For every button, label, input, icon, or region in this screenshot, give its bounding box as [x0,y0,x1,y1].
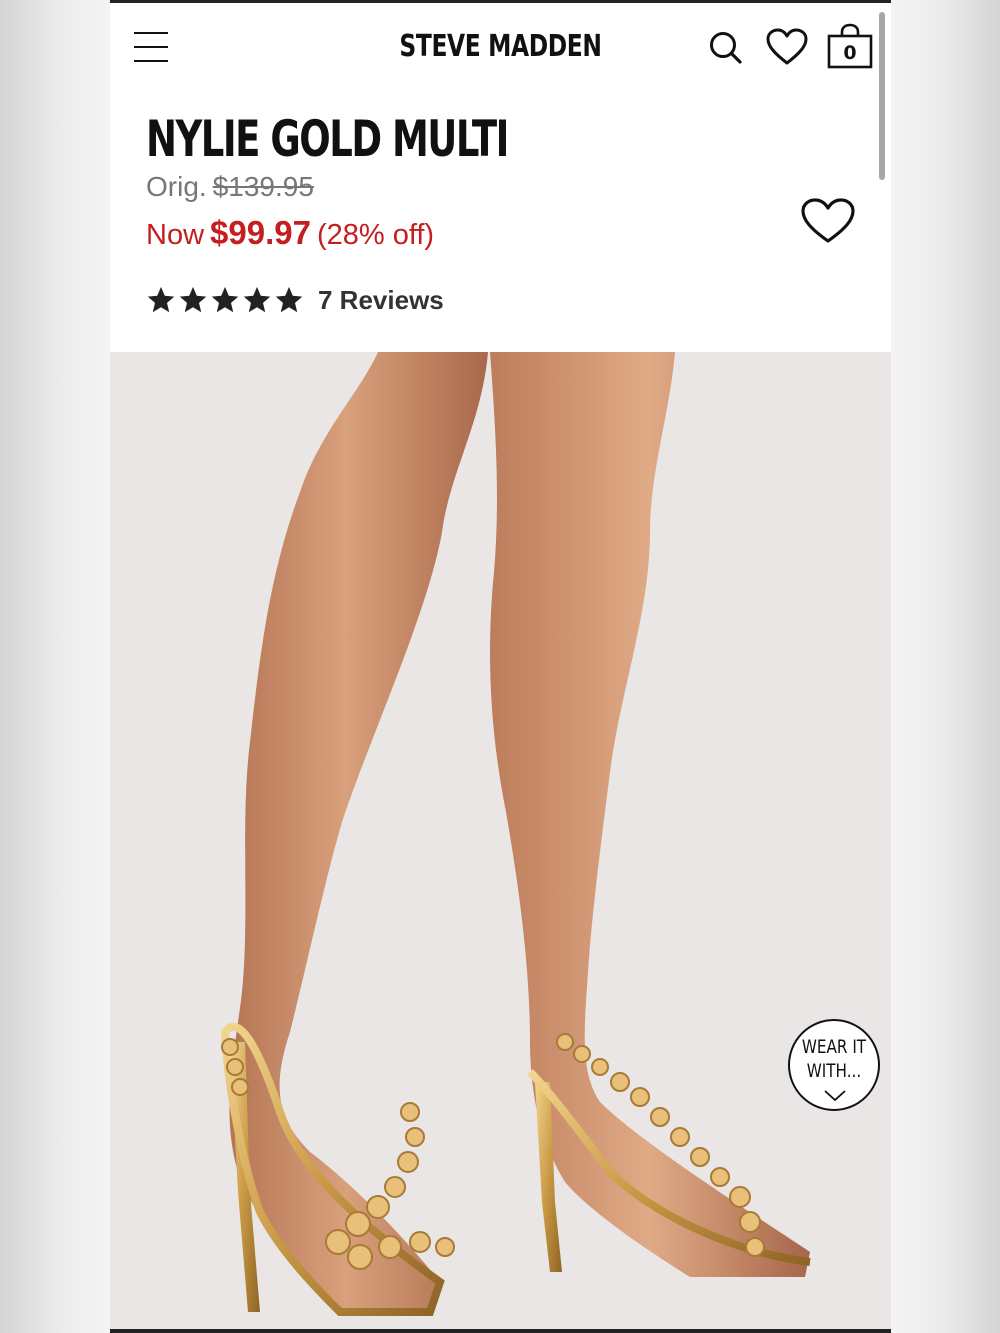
star-icon [179,286,207,313]
sale-price-row: Now $99.97 (28% off) [146,214,434,252]
save-heart-icon[interactable] [800,197,856,245]
orig-label: Orig. [146,171,207,202]
star-icon [211,286,239,313]
product-title: NYLIE GOLD MULTI [146,110,509,168]
site-header: STEVE MADDEN 0 [110,3,891,91]
phone-screen: STEVE MADDEN 0 NYLIE GOLD MULTI Orig. $13… [110,0,891,1333]
search-icon[interactable] [708,30,744,66]
shopping-bag-icon[interactable]: 0 [826,23,874,69]
star-icon [243,286,271,313]
sale-price: $99.97 [210,214,311,251]
wear-it-with-button[interactable]: WEAR IT WITH... [788,1019,880,1111]
star-icon [275,286,303,313]
chevron-down-icon [824,1090,846,1102]
rating-row: 7 Reviews [146,282,444,318]
star-icon [147,286,175,313]
hamburger-menu-icon[interactable] [134,30,168,64]
original-price-row: Orig. $139.95 [146,171,314,203]
product-photo-illustration [220,352,811,1316]
bottom-border [110,1329,891,1333]
original-price: $139.95 [212,171,314,202]
reviews-link[interactable]: 7 Reviews [318,285,444,316]
wear-it-label-2: WITH... [806,1060,862,1082]
wear-it-label: WEAR IT [801,1036,867,1058]
wishlist-heart-icon[interactable] [766,28,808,66]
discount-percent: (28% off) [316,219,435,251]
scrollbar[interactable] [879,12,885,180]
now-label: Now [146,219,205,251]
cart-count: 0 [843,42,857,64]
product-photo[interactable] [110,352,891,1329]
